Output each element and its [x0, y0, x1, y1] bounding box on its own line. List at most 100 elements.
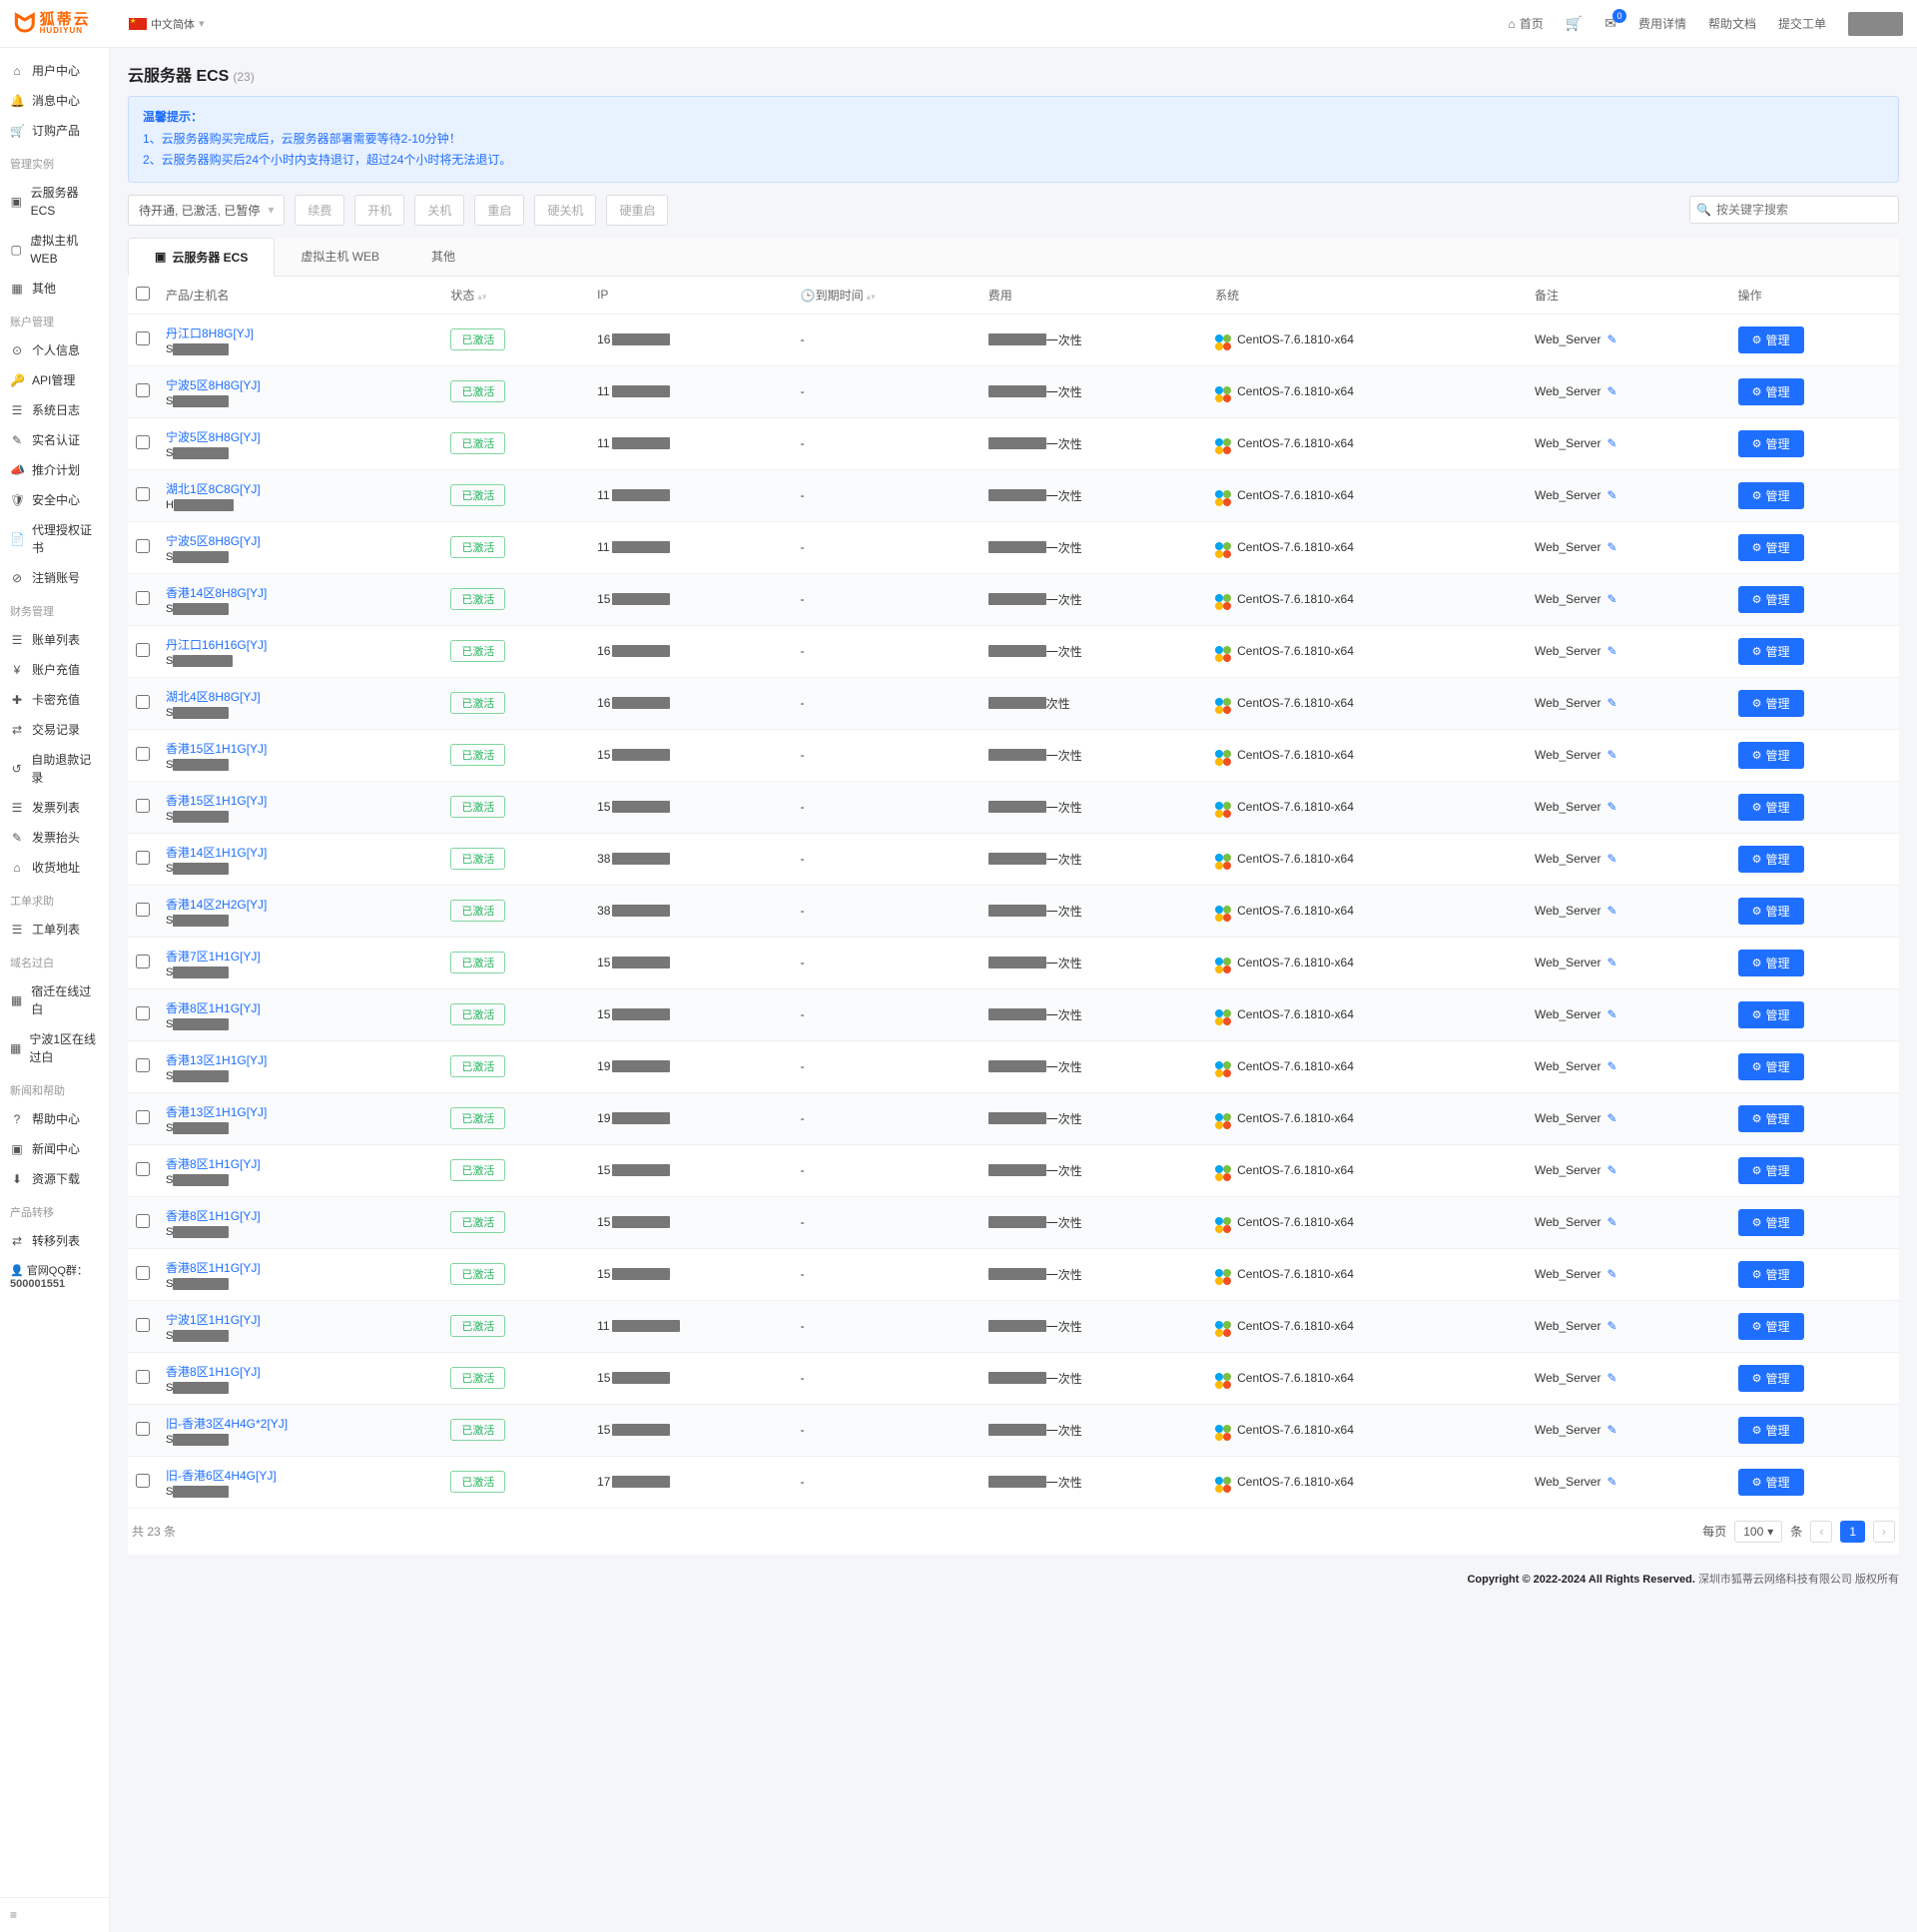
user-menu[interactable]	[1848, 12, 1903, 36]
row-select-checkbox[interactable]	[136, 643, 150, 657]
manage-button[interactable]: ⚙管理	[1738, 326, 1804, 353]
row-select-checkbox[interactable]	[136, 799, 150, 813]
row-select-checkbox[interactable]	[136, 747, 150, 761]
toolbar-action-button[interactable]: 开机	[354, 195, 404, 226]
nav-submit-ticket[interactable]: 提交工单	[1778, 15, 1826, 32]
instance-name-link[interactable]: 香港14区2H2G[YJ]	[166, 896, 434, 913]
instance-name-link[interactable]: 香港13区1H1G[YJ]	[166, 1051, 434, 1068]
sidebar-item[interactable]: ¥账户充值	[0, 655, 109, 685]
row-select-checkbox[interactable]	[136, 903, 150, 917]
manage-button[interactable]: ⚙管理	[1738, 794, 1804, 821]
instance-name-link[interactable]: 宁波5区8H8G[YJ]	[166, 376, 434, 393]
nav-cart[interactable]: 🛒	[1566, 15, 1583, 32]
row-select-checkbox[interactable]	[136, 383, 150, 397]
tab[interactable]: 虚拟主机 WEB	[275, 238, 405, 276]
sidebar-item[interactable]: ⊘注销账号	[0, 563, 109, 593]
row-select-checkbox[interactable]	[136, 1162, 150, 1176]
instance-name-link[interactable]: 旧-香港6区4H4G[YJ]	[166, 1467, 434, 1484]
sidebar-item[interactable]: 🛡安全中心	[0, 485, 109, 515]
manage-button[interactable]: ⚙管理	[1738, 742, 1804, 769]
sidebar-item[interactable]: ↺自助退款记录	[0, 745, 109, 793]
row-select-checkbox[interactable]	[136, 1058, 150, 1072]
logo[interactable]: ᗢ 狐蒂云 HUDIYUN	[14, 4, 109, 44]
toolbar-action-button[interactable]: 关机	[414, 195, 464, 226]
instance-name-link[interactable]: 香港14区1H1G[YJ]	[166, 844, 434, 861]
manage-button[interactable]: ⚙管理	[1738, 1313, 1804, 1340]
edit-icon[interactable]: ✎	[1606, 436, 1616, 450]
edit-icon[interactable]: ✎	[1606, 1059, 1616, 1073]
instance-name-link[interactable]: 香港15区1H1G[YJ]	[166, 792, 434, 809]
sidebar-item[interactable]: ✚卡密充值	[0, 685, 109, 715]
instance-name-link[interactable]: 香港14区8H8G[YJ]	[166, 584, 434, 601]
col-status[interactable]: 状态▴▾	[442, 277, 589, 315]
language-selector[interactable]: 中文简体 ▾	[129, 16, 205, 32]
edit-icon[interactable]: ✎	[1606, 1267, 1616, 1281]
edit-icon[interactable]: ✎	[1606, 1319, 1616, 1333]
instance-name-link[interactable]: 香港8区1H1G[YJ]	[166, 1207, 434, 1224]
sidebar-item[interactable]: ☰发票列表	[0, 793, 109, 823]
instance-name-link[interactable]: 香港8区1H1G[YJ]	[166, 1155, 434, 1172]
next-page-button[interactable]: ›	[1873, 1521, 1895, 1543]
search-input[interactable]	[1689, 196, 1899, 224]
sidebar-item[interactable]: 📣推介计划	[0, 455, 109, 485]
instance-name-link[interactable]: 香港8区1H1G[YJ]	[166, 1363, 434, 1380]
sidebar-item[interactable]: ⊙个人信息	[0, 335, 109, 365]
instance-name-link[interactable]: 丹江口8H8G[YJ]	[166, 324, 434, 341]
sidebar-item[interactable]: 📄代理授权证书	[0, 515, 109, 563]
instance-name-link[interactable]: 湖北4区8H8G[YJ]	[166, 688, 434, 705]
edit-icon[interactable]: ✎	[1606, 1215, 1616, 1229]
prev-page-button[interactable]: ‹	[1810, 1521, 1832, 1543]
nav-help-doc[interactable]: 帮助文档	[1708, 15, 1756, 32]
instance-name-link[interactable]: 香港8区1H1G[YJ]	[166, 999, 434, 1016]
sidebar-item[interactable]: ☰系统日志	[0, 395, 109, 425]
edit-icon[interactable]: ✎	[1606, 332, 1616, 346]
instance-name-link[interactable]: 旧-香港3区4H4G*2[YJ]	[166, 1415, 434, 1432]
instance-name-link[interactable]: 香港15区1H1G[YJ]	[166, 740, 434, 757]
sidebar-item[interactable]: 🔔消息中心	[0, 86, 109, 116]
row-select-checkbox[interactable]	[136, 331, 150, 345]
edit-icon[interactable]: ✎	[1606, 1111, 1616, 1125]
row-select-checkbox[interactable]	[136, 435, 150, 449]
row-select-checkbox[interactable]	[136, 1370, 150, 1384]
sidebar-item[interactable]: ▦其他	[0, 274, 109, 304]
row-select-checkbox[interactable]	[136, 1110, 150, 1124]
sidebar-item[interactable]: ☰工单列表	[0, 915, 109, 945]
edit-icon[interactable]: ✎	[1606, 748, 1616, 762]
select-all-checkbox[interactable]	[136, 287, 150, 301]
manage-button[interactable]: ⚙管理	[1738, 950, 1804, 976]
col-expire[interactable]: 🕒到期时间▴▾	[793, 277, 980, 315]
sidebar-item[interactable]: ✎实名认证	[0, 425, 109, 455]
edit-icon[interactable]: ✎	[1606, 592, 1616, 606]
manage-button[interactable]: ⚙管理	[1738, 1209, 1804, 1236]
row-select-checkbox[interactable]	[136, 1214, 150, 1228]
manage-button[interactable]: ⚙管理	[1738, 898, 1804, 925]
nav-home[interactable]: ⌂首页	[1509, 15, 1544, 32]
manage-button[interactable]: ⚙管理	[1738, 1417, 1804, 1444]
manage-button[interactable]: ⚙管理	[1738, 378, 1804, 405]
tab[interactable]: 其他	[405, 238, 481, 276]
page-size-select[interactable]: 100▾	[1734, 1521, 1782, 1543]
row-select-checkbox[interactable]	[136, 1474, 150, 1488]
row-select-checkbox[interactable]	[136, 591, 150, 605]
sidebar-item[interactable]: ⇄交易记录	[0, 715, 109, 745]
row-select-checkbox[interactable]	[136, 1266, 150, 1280]
status-filter-select[interactable]: 待开通, 已激活, 已暂停▾	[128, 195, 285, 226]
manage-button[interactable]: ⚙管理	[1738, 1261, 1804, 1288]
sidebar-item[interactable]: ▦宿迁在线过白	[0, 976, 109, 1024]
nav-messages[interactable]: ✉ 0	[1604, 15, 1616, 32]
sidebar-item[interactable]: ?帮助中心	[0, 1104, 109, 1134]
instance-name-link[interactable]: 香港7区1H1G[YJ]	[166, 948, 434, 965]
manage-button[interactable]: ⚙管理	[1738, 1105, 1804, 1132]
edit-icon[interactable]: ✎	[1606, 644, 1616, 658]
manage-button[interactable]: ⚙管理	[1738, 846, 1804, 873]
sidebar-item[interactable]: ⇄转移列表	[0, 1226, 109, 1256]
manage-button[interactable]: ⚙管理	[1738, 1001, 1804, 1028]
sidebar-item[interactable]: ▣云服务器 ECS	[0, 178, 109, 226]
sidebar-item[interactable]: ▢虚拟主机 WEB	[0, 226, 109, 274]
edit-icon[interactable]: ✎	[1606, 1163, 1616, 1177]
manage-button[interactable]: ⚙管理	[1738, 430, 1804, 457]
edit-icon[interactable]: ✎	[1606, 1371, 1616, 1385]
edit-icon[interactable]: ✎	[1606, 800, 1616, 814]
instance-name-link[interactable]: 香港13区1H1G[YJ]	[166, 1103, 434, 1120]
toolbar-action-button[interactable]: 硬重启	[606, 195, 668, 226]
